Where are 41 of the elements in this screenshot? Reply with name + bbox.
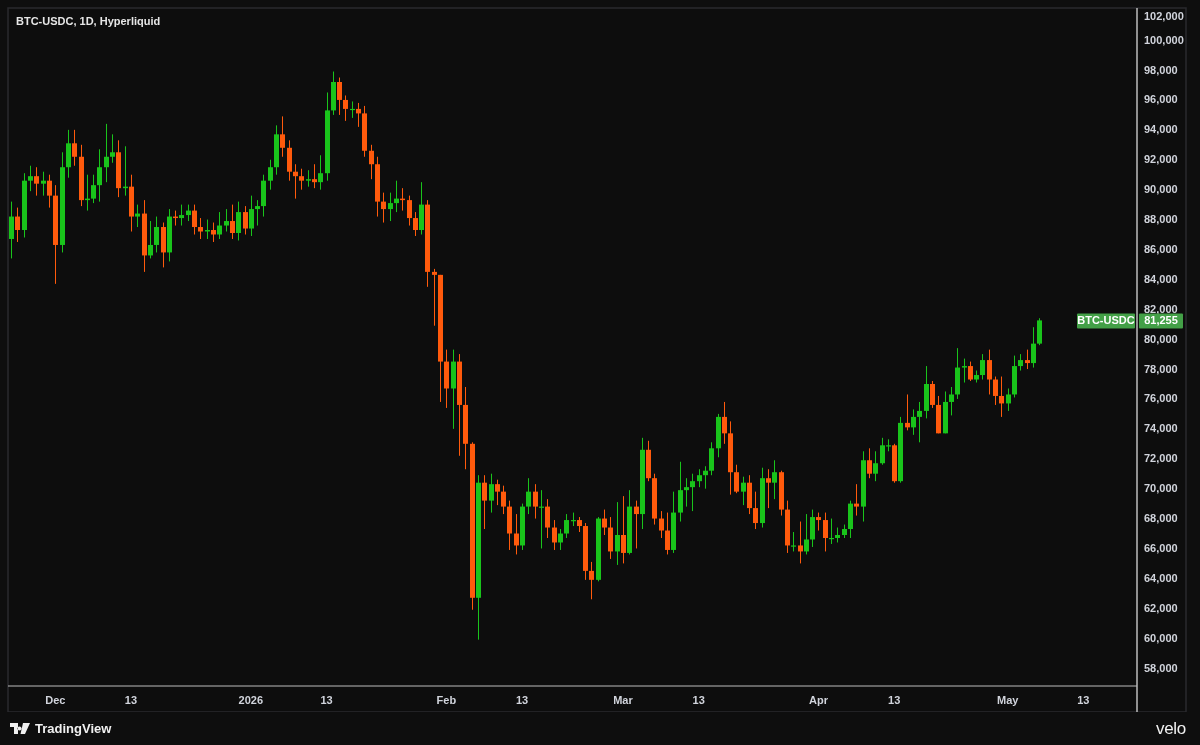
price-axis-label: 64,000	[1144, 571, 1178, 584]
time-axis-label: 13	[692, 694, 705, 706]
time-axis-label: 13	[515, 694, 529, 706]
price-axis-label: 100,000	[1144, 33, 1184, 46]
time-axis-label: Apr	[809, 694, 828, 706]
brand-name: TradingView	[35, 721, 112, 736]
price-axis-label: 76,000	[1144, 392, 1178, 405]
price-axis-label: 84,000	[1144, 272, 1178, 285]
price-axis-label: 88,000	[1144, 213, 1178, 226]
price-axis-label: 58,000	[1144, 661, 1178, 674]
price-axis-label: 96,000	[1144, 93, 1178, 106]
time-axis-label: 13	[124, 694, 138, 706]
price-axis-label: 62,000	[1144, 601, 1178, 614]
time-axis-label: 13	[888, 694, 901, 706]
price-axis-label: 82,000	[1144, 302, 1178, 315]
time-axis-label: May	[997, 694, 1019, 706]
price-axis-label: 90,000	[1144, 183, 1178, 196]
logo-icon	[10, 723, 30, 734]
time-axis-label: Feb	[436, 694, 457, 706]
price-axis-label: 72,000	[1144, 452, 1178, 465]
price-axis-label: 94,000	[1144, 123, 1178, 136]
price-axis-label: 70,000	[1144, 482, 1178, 495]
price-axis-label: 60,000	[1144, 631, 1178, 644]
time-axis-label: 13	[320, 694, 333, 706]
price-axis-label: 66,000	[1144, 541, 1178, 554]
price-axis-label: 78,000	[1144, 362, 1178, 375]
last-price-label: 81,255	[1139, 313, 1183, 329]
site-name: velo	[1156, 718, 1186, 739]
price-axis-label: 86,000	[1144, 242, 1178, 255]
price-axis-label: 102,000	[1144, 9, 1184, 22]
price-axis-label: 80,000	[1144, 332, 1178, 345]
price-axis-label: 74,000	[1144, 422, 1178, 435]
time-axis-label: Dec	[45, 694, 66, 706]
time-axis-label: 2026	[238, 694, 264, 706]
time-axis-label: Mar	[613, 694, 633, 706]
price-axis-label: 98,000	[1144, 63, 1178, 76]
symbol-label: BTC-USDC	[1077, 313, 1135, 329]
price-axis-label: 92,000	[1144, 153, 1178, 166]
time-axis-label: 13	[1077, 694, 1090, 706]
chart-title: BTC-USDC, 1D, Hyperliquid	[16, 15, 161, 27]
price-axis-label: 68,000	[1144, 512, 1178, 525]
